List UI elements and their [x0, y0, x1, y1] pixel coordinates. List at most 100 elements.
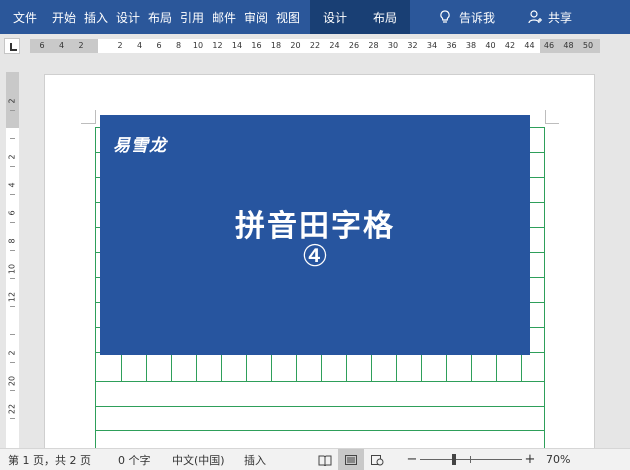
tab-file[interactable]: 文件: [0, 0, 50, 34]
grid-column-line: [446, 352, 447, 381]
tab-layout[interactable]: 布局: [146, 0, 174, 34]
zoom-slider-thumb[interactable]: [452, 453, 456, 465]
ruler-tick-label: 38: [465, 41, 477, 50]
ruler-tick-label: 6: [39, 41, 45, 50]
print-layout-button[interactable]: [338, 448, 364, 470]
cover-picture[interactable]: 易雪龙 拼音田字格 ④: [100, 115, 530, 355]
cover-number: ④: [301, 239, 329, 274]
tell-me-button[interactable]: 告诉我: [424, 0, 510, 34]
grid-column-line: [496, 352, 497, 381]
ruler-tick-label: 4: [58, 41, 65, 50]
tab-insert[interactable]: 插入: [82, 0, 110, 34]
grid-column-line: [321, 352, 322, 381]
ruler-tick-label: 2: [78, 41, 84, 50]
tell-me-label: 告诉我: [458, 10, 495, 25]
ruler-tick-label: 14: [231, 41, 243, 50]
horizontal-ruler-row: 6 4 2 2 4 6 8 10 12 14 16 18 20 22 24 26 28 30 32 34 36 38 40 4…: [0, 34, 630, 58]
horizontal-ruler[interactable]: 6 4 2 2 4 6 8 10 12 14 16 18 20 22 24 26 28 30 32 34 36 38 40 4…: [30, 39, 600, 53]
vruler-tick: [10, 250, 15, 251]
grid-row-line: [96, 381, 544, 382]
ruler-tick-label: 42: [504, 41, 516, 50]
page-count[interactable]: 第 1 页，共 2 页: [8, 452, 118, 468]
book-icon: [318, 455, 332, 466]
vruler-tick-label: 12: [7, 291, 17, 303]
vruler-tick-label: 20: [7, 375, 17, 387]
vruler-tick-label: 2: [7, 350, 17, 356]
document-page[interactable]: 易雪龙 拼音田字格 ④: [44, 74, 595, 448]
grid-row-line: [96, 406, 544, 407]
crop-mark-left: [95, 110, 96, 124]
ruler-tick-label: 16: [251, 41, 262, 50]
ruler-tick-label: 30: [387, 41, 399, 50]
web-layout-button[interactable]: [364, 449, 390, 470]
ruler-tick-label: 28: [368, 41, 379, 50]
language-indicator[interactable]: 中文(中国): [172, 452, 244, 468]
tab-table-layout[interactable]: 布局: [360, 0, 410, 34]
zoom-slider[interactable]: [418, 449, 524, 470]
vruler-tick: [10, 306, 15, 307]
ruler-tick-label: 34: [426, 41, 438, 50]
vruler-tick: [10, 278, 15, 279]
zoom-slider-track: [420, 458, 522, 460]
vruler-tick: [10, 166, 15, 167]
ruler-tick-label: 24: [329, 41, 340, 50]
tab-table-design[interactable]: 设计: [310, 0, 360, 34]
ruler-tick-label: 36: [446, 41, 457, 50]
share-button[interactable]: 共享: [520, 0, 580, 34]
vruler-tick-label: 2: [7, 154, 17, 160]
web-layout-icon: [371, 454, 384, 465]
insert-mode-indicator[interactable]: 插入: [244, 452, 308, 468]
grid-column-line: [346, 352, 347, 381]
tab-home[interactable]: 开始: [50, 0, 78, 34]
vruler-tick-label: 4: [7, 182, 17, 188]
grid-column-line: [396, 352, 397, 381]
tab-references[interactable]: 引用: [178, 0, 206, 34]
vertical-ruler[interactable]: 2 2 4 6 8 10 12 2 20 22: [6, 72, 19, 448]
vruler-tick: [10, 390, 15, 391]
grid-column-line: [221, 352, 222, 381]
ruler-tick-label: 44: [524, 41, 535, 50]
ruler-tick-label: 2: [117, 41, 123, 50]
word-count[interactable]: 0 个字: [118, 452, 172, 468]
ruler-tick-label: 12: [212, 41, 223, 50]
grid-column-line: [121, 352, 122, 381]
grid-column-line: [296, 352, 297, 381]
tab-mailings[interactable]: 邮件: [210, 0, 238, 34]
grid-column-line: [171, 352, 172, 381]
lightbulb-icon: [440, 10, 450, 23]
vruler-tick: [10, 418, 15, 419]
ruler-tick-label: 46: [543, 41, 555, 50]
ruler-tick-label: 26: [348, 41, 360, 50]
ruler-tick-label: 20: [290, 41, 301, 50]
crop-mark-right-h: [545, 123, 559, 124]
grid-column-line: [521, 352, 522, 381]
crop-mark-right: [545, 110, 546, 124]
zoom-level[interactable]: 70%: [546, 453, 586, 466]
ruler-tick-label: 32: [407, 41, 418, 50]
tab-stop-selector[interactable]: [4, 38, 20, 54]
grid-column-line: [146, 352, 147, 381]
share-label: 共享: [547, 10, 572, 25]
ruler-tick-label: 40: [485, 41, 496, 50]
status-bar: 第 1 页，共 2 页 0 个字 中文(中国) 插入 − + 70%: [0, 448, 630, 470]
vruler-tick: [10, 110, 15, 111]
vruler-tick: [10, 138, 15, 139]
ruler-tick-label: 4: [136, 41, 143, 50]
tab-design[interactable]: 设计: [114, 0, 142, 34]
zoom-out-button[interactable]: −: [406, 452, 418, 467]
grid-column-line: [246, 352, 247, 381]
ruler-tick-label: 6: [156, 41, 162, 50]
read-mode-button[interactable]: [312, 449, 338, 470]
ruler-tick-label: 50: [582, 41, 594, 50]
zoom-in-button[interactable]: +: [524, 452, 536, 467]
vruler-tick-label: 8: [7, 238, 17, 244]
ruler-tick-label: 22: [309, 41, 321, 50]
grid-column-line: [471, 352, 472, 381]
zoom-slider-midpoint: [470, 455, 471, 463]
vruler-tick: [10, 222, 15, 223]
page-layout-icon: [345, 454, 357, 465]
tab-view[interactable]: 视图: [274, 0, 302, 34]
grid-row-line: [96, 430, 544, 431]
tab-review[interactable]: 审阅: [242, 0, 270, 34]
vruler-tick-label: 2: [7, 98, 17, 104]
